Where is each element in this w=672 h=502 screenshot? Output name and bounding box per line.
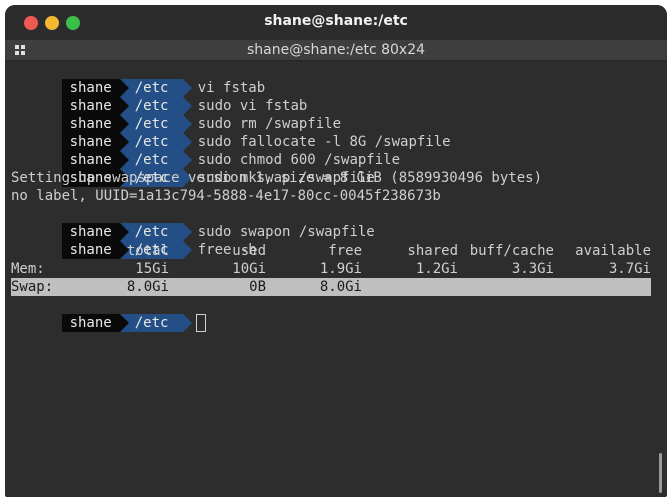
tab-bar: shane@shane:/etc 80x24 bbox=[5, 40, 667, 61]
swap-row: Swap: 8.0Gi 0B 8.0Gi bbox=[11, 278, 651, 296]
swap-label: Swap: bbox=[11, 279, 54, 295]
prompt-line: shane/etc sudo swapon /swapfile bbox=[11, 205, 375, 241]
free-header-row: total used free shared buff/cache availa… bbox=[11, 242, 651, 260]
header-shared: shared bbox=[407, 243, 458, 259]
window-title: shane@shane:/etc bbox=[264, 13, 408, 29]
scrollbar[interactable] bbox=[659, 453, 662, 493]
free-output-table: total used free shared buff/cache availa… bbox=[11, 242, 651, 296]
prompt-arrow-icon bbox=[182, 314, 192, 332]
output-line: Setting up swapspace version 1, size = 8… bbox=[11, 170, 543, 186]
prompt-user: shane bbox=[61, 314, 120, 332]
mem-row: Mem: 15Gi 10Gi 1.9Gi 1.2Gi 3.3Gi 3.7Gi bbox=[11, 260, 651, 278]
mem-buff-cache: 3.3Gi bbox=[511, 261, 554, 277]
prompt-line: shane/etc sudo fallocate -l 8G /swapfile bbox=[11, 115, 451, 151]
mem-shared: 1.2Gi bbox=[415, 261, 458, 277]
header-used: used bbox=[232, 243, 266, 259]
terminal-content[interactable]: shane/etc vi fstab shane/etc sudo vi fstab… bbox=[11, 61, 651, 497]
mem-label: Mem: bbox=[11, 261, 45, 277]
swap-total: 8.0Gi bbox=[126, 279, 169, 295]
title-bar[interactable]: shane@shane:/etc bbox=[5, 5, 667, 40]
mem-used: 10Gi bbox=[232, 261, 266, 277]
header-buff-cache: buff/cache bbox=[469, 243, 554, 259]
active-prompt-line[interactable]: shane/etc bbox=[11, 296, 206, 332]
mem-free: 1.9Gi bbox=[319, 261, 362, 277]
header-total: total bbox=[126, 243, 169, 259]
mem-available: 3.7Gi bbox=[608, 261, 651, 277]
prompt-line: shane/etc sudo mkswap /swapfile bbox=[11, 151, 375, 187]
tab-title[interactable]: shane@shane:/etc 80x24 bbox=[5, 42, 667, 58]
prompt-line: shane/etc sudo vi fstab bbox=[11, 79, 307, 115]
output-line: no label, UUID=1a13c794-5888-4e17-80cc-0… bbox=[11, 188, 441, 204]
prompt-line: shane/etc sudo rm /swapfile bbox=[11, 97, 341, 133]
terminal-window: shane@shane:/etc shane@shane:/etc 80x24 … bbox=[5, 5, 667, 497]
prompt-dir: /etc bbox=[128, 314, 183, 332]
prompt-line: shane/etc free -h bbox=[11, 223, 257, 259]
header-available: available bbox=[575, 243, 651, 259]
header-free: free bbox=[328, 243, 362, 259]
prompt-line: shane/etc vi fstab bbox=[11, 61, 265, 97]
text-cursor[interactable] bbox=[195, 314, 206, 332]
swap-used: 0B bbox=[249, 279, 266, 295]
prompt-separator-icon bbox=[119, 314, 129, 332]
prompt-line: shane/etc sudo chmod 600 /swapfile bbox=[11, 133, 400, 169]
mem-total: 15Gi bbox=[135, 261, 169, 277]
swap-free: 8.0Gi bbox=[319, 279, 362, 295]
